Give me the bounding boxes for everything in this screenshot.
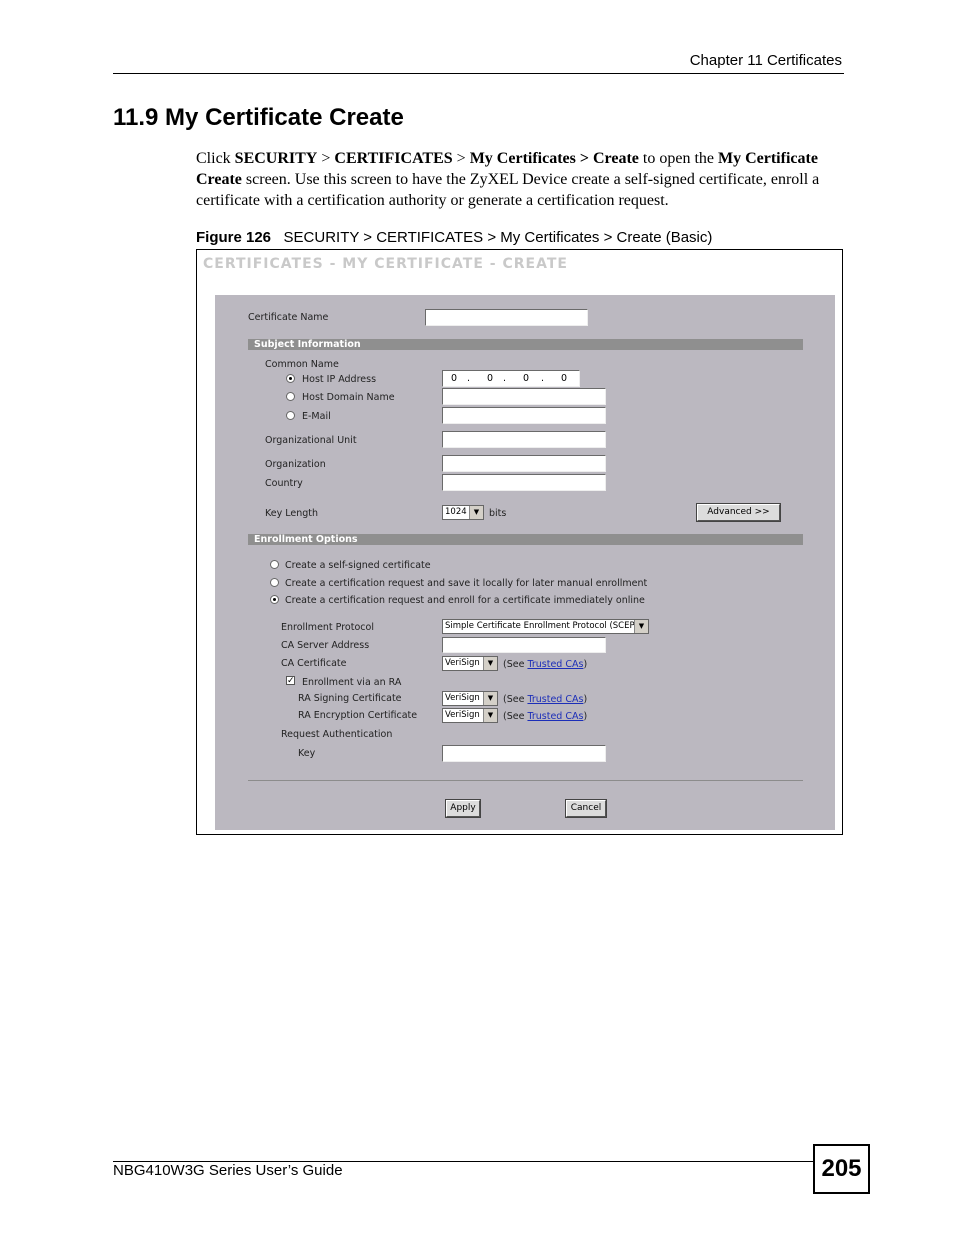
key-length-label: Key Length xyxy=(265,508,319,519)
ip-dot: . xyxy=(541,373,545,384)
country-label: Country xyxy=(265,478,303,489)
see-open: (See xyxy=(503,694,528,705)
certificate-name-label: Certificate Name xyxy=(248,312,329,323)
dropdown-arrow-icon: ▼ xyxy=(483,657,497,670)
host-ip-label: Host IP Address xyxy=(302,374,377,385)
cancel-button[interactable]: Cancel xyxy=(565,799,607,818)
email-radio[interactable] xyxy=(286,411,295,420)
ca-cert-label: CA Certificate xyxy=(281,658,347,669)
guide-title: NBG410W3G Series User’s Guide xyxy=(113,1162,343,1179)
ip-octet-3: 0 xyxy=(523,373,530,384)
ip-dot: . xyxy=(503,373,507,384)
screen-title: CERTIFICATES - MY CERTIFICATE - CREATE xyxy=(203,256,568,272)
self-signed-label: Create a self-signed certificate xyxy=(285,560,431,571)
figure-caption: Figure 126 SECURITY > CERTIFICATES > My … xyxy=(196,229,712,246)
dropdown-arrow-icon: ▼ xyxy=(483,709,497,722)
host-ip-input[interactable]: 0 . 0 . 0 . 0 xyxy=(442,370,580,387)
form-panel: Certificate Name Subject Information Com… xyxy=(215,295,835,830)
para-bold: My Certificates > Create xyxy=(469,150,639,167)
enroll-protocol-label: Enrollment Protocol xyxy=(281,622,374,633)
header-rule xyxy=(113,73,844,74)
org-unit-label: Organizational Unit xyxy=(265,435,357,446)
common-name-label: Common Name xyxy=(265,359,339,370)
ra-encryption-value: VeriSign xyxy=(445,710,480,720)
certificate-name-input[interactable] xyxy=(425,309,588,326)
host-ip-radio[interactable] xyxy=(286,374,295,383)
save-local-radio[interactable] xyxy=(270,578,279,587)
para-bold: SECURITY xyxy=(234,150,318,167)
enroll-ra-checkbox[interactable]: ✓ xyxy=(286,676,295,685)
see-open: (See xyxy=(503,711,528,722)
org-unit-input[interactable] xyxy=(442,431,606,448)
key-length-unit: bits xyxy=(489,508,507,519)
request-auth-label: Request Authentication xyxy=(281,729,393,740)
host-domain-radio[interactable] xyxy=(286,392,295,401)
trusted-cas-link[interactable]: Trusted CAs xyxy=(527,659,583,670)
key-input[interactable] xyxy=(442,745,606,762)
see-close: ) xyxy=(583,659,588,670)
para-text: > xyxy=(317,150,335,167)
chapter-header: Chapter 11 Certificates xyxy=(689,52,842,69)
country-input[interactable] xyxy=(442,474,606,491)
para-bold: CERTIFICATES xyxy=(334,150,453,167)
figure-label: Figure 126 xyxy=(196,229,272,246)
ra-signing-see: (See Trusted CAs) xyxy=(503,694,587,705)
dropdown-arrow-icon: ▼ xyxy=(469,506,483,519)
host-domain-input[interactable] xyxy=(442,388,606,405)
enroll-ra-label: Enrollment via an RA xyxy=(302,677,402,688)
section-title: 11.9 My Certificate Create xyxy=(113,104,404,131)
email-label: E-Mail xyxy=(302,411,331,422)
figure-caption-text: SECURITY > CERTIFICATES > My Certificate… xyxy=(271,229,713,246)
key-label: Key xyxy=(298,748,316,759)
self-signed-radio[interactable] xyxy=(270,560,279,569)
dropdown-arrow-icon: ▼ xyxy=(483,692,497,705)
apply-button[interactable]: Apply xyxy=(445,799,481,818)
host-domain-label: Host Domain Name xyxy=(302,392,395,403)
see-open: (See xyxy=(503,659,528,670)
ra-encryption-see: (See Trusted CAs) xyxy=(503,711,587,722)
ra-encryption-label: RA Encryption Certificate xyxy=(298,710,418,721)
enroll-protocol-select[interactable]: Simple Certificate Enrollment Protocol (… xyxy=(442,619,649,634)
enroll-protocol-value: Simple Certificate Enrollment Protocol (… xyxy=(445,621,638,631)
ca-cert-see: (See Trusted CAs) xyxy=(503,659,587,670)
para-text: to open the xyxy=(638,150,718,167)
organization-input[interactable] xyxy=(442,455,606,472)
advanced-button[interactable]: Advanced >> xyxy=(696,503,781,522)
trusted-cas-link[interactable]: Trusted CAs xyxy=(527,694,583,705)
email-input[interactable] xyxy=(442,407,606,424)
subject-info-bar: Subject Information xyxy=(248,339,803,350)
ra-encryption-select[interactable]: VeriSign ▼ xyxy=(442,708,498,723)
key-length-select[interactable]: 1024 ▼ xyxy=(442,505,484,520)
key-length-value: 1024 xyxy=(445,507,467,517)
enroll-online-radio[interactable] xyxy=(270,595,279,604)
organization-label: Organization xyxy=(265,459,326,470)
ip-octet-1: 0 xyxy=(451,373,458,384)
ra-signing-label: RA Signing Certificate xyxy=(298,693,402,704)
ca-cert-value: VeriSign xyxy=(445,658,480,668)
ca-server-label: CA Server Address xyxy=(281,640,370,651)
enrollment-options-bar: Enrollment Options xyxy=(248,534,803,545)
ra-signing-value: VeriSign xyxy=(445,693,480,703)
enroll-online-label: Create a certification request and enrol… xyxy=(285,595,645,606)
ca-server-input[interactable] xyxy=(442,637,606,653)
para-text: screen. Use this screen to have the ZyXE… xyxy=(196,171,820,209)
save-local-label: Create a certification request and save … xyxy=(285,578,648,589)
form-separator xyxy=(248,780,803,781)
body-paragraph: Click SECURITY > CERTIFICATES > My Certi… xyxy=(196,148,846,211)
ca-cert-select[interactable]: VeriSign ▼ xyxy=(442,656,498,671)
ip-octet-4: 0 xyxy=(561,373,568,384)
ip-dot: . xyxy=(467,373,471,384)
ip-octet-2: 0 xyxy=(487,373,494,384)
trusted-cas-link[interactable]: Trusted CAs xyxy=(527,711,583,722)
para-text: > xyxy=(452,150,470,167)
ra-signing-select[interactable]: VeriSign ▼ xyxy=(442,691,498,706)
page-number: 205 xyxy=(813,1144,870,1194)
see-close: ) xyxy=(583,711,588,722)
dropdown-arrow-icon: ▼ xyxy=(634,620,648,633)
see-close: ) xyxy=(583,694,588,705)
para-text: Click xyxy=(196,150,235,167)
screenshot-figure: CERTIFICATES - MY CERTIFICATE - CREATE C… xyxy=(196,249,843,835)
